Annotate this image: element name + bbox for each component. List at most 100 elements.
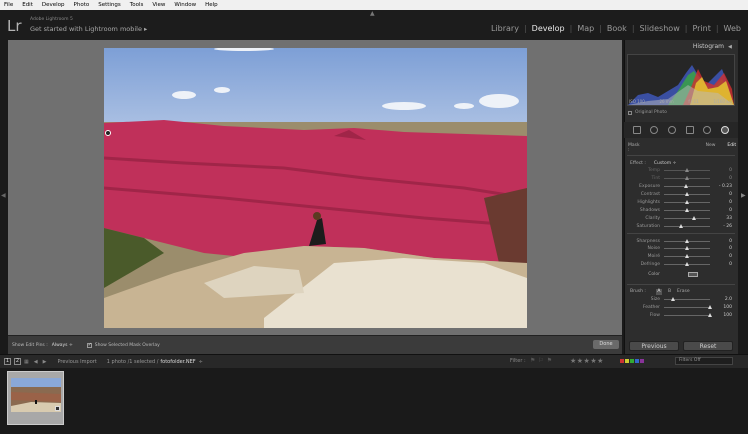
slider-track[interactable] bbox=[664, 246, 710, 251]
slider-value[interactable]: - 0.23 bbox=[710, 184, 732, 189]
slider-thumb[interactable] bbox=[685, 246, 689, 251]
slider-thumb[interactable] bbox=[671, 297, 676, 302]
flag-unflagged-icon[interactable]: ⚐ bbox=[538, 357, 543, 364]
slider-track[interactable] bbox=[664, 238, 710, 243]
slider-track[interactable] bbox=[664, 184, 710, 189]
slider-value[interactable]: 0 bbox=[710, 176, 732, 181]
module-develop[interactable]: Develop bbox=[529, 24, 568, 33]
slider-thumb[interactable] bbox=[708, 305, 712, 310]
slider-track[interactable] bbox=[664, 305, 712, 310]
slider-thumb[interactable] bbox=[679, 223, 684, 228]
slider-feather[interactable]: Feather 100 bbox=[624, 304, 738, 312]
slider-value[interactable]: 0 bbox=[710, 200, 732, 205]
slider-track[interactable] bbox=[664, 215, 710, 220]
slider-exposure[interactable]: Exposure - 0.23 bbox=[624, 183, 738, 191]
spot-removal-tool-icon[interactable] bbox=[650, 126, 659, 134]
slider-defringe[interactable]: Defringe 0 bbox=[624, 261, 738, 269]
show-mask-overlay-checkbox[interactable]: ✓ bbox=[86, 342, 92, 348]
slider-track[interactable] bbox=[664, 168, 710, 173]
grid-view-icon[interactable]: ▦ bbox=[24, 359, 29, 365]
module-web[interactable]: Web bbox=[721, 24, 744, 33]
slider-track[interactable] bbox=[664, 223, 710, 228]
purple-label-chip[interactable] bbox=[640, 359, 644, 363]
slider-track[interactable] bbox=[664, 297, 710, 302]
original-photo-toggle[interactable]: Original Photo bbox=[628, 110, 667, 115]
module-slideshow[interactable]: Slideshow bbox=[637, 24, 683, 33]
original-photo-checkbox[interactable] bbox=[628, 110, 632, 115]
done-button[interactable]: Done bbox=[593, 340, 619, 349]
slider-thumb[interactable] bbox=[685, 168, 689, 173]
filmstrip-thumbnail[interactable] bbox=[11, 378, 61, 412]
slider-highlights[interactable]: Highlights 0 bbox=[624, 199, 738, 207]
green-label-chip[interactable] bbox=[630, 359, 634, 363]
module-library[interactable]: Library bbox=[488, 24, 522, 33]
lightroom-mobile-link[interactable]: Get started with Lightroom mobile ▸ bbox=[30, 25, 147, 33]
second-window-button[interactable]: 2 bbox=[14, 358, 21, 365]
collapse-right-panel-icon[interactable]: ▶ bbox=[741, 192, 746, 199]
slider-thumb[interactable] bbox=[685, 254, 689, 259]
slider-track[interactable] bbox=[664, 207, 710, 212]
previous-import-source[interactable]: Previous Import bbox=[57, 359, 96, 365]
slider-clarity[interactable]: Clarity 33 bbox=[624, 214, 738, 222]
radial-filter-tool-icon[interactable] bbox=[703, 126, 712, 134]
menu-item-edit[interactable]: Edit bbox=[22, 2, 33, 8]
histogram-collapse-icon[interactable]: ◀ bbox=[728, 44, 732, 50]
expand-left-panel-icon[interactable]: ◀ bbox=[1, 192, 6, 199]
slider-value[interactable]: - 26 bbox=[710, 224, 732, 229]
color-swatch[interactable] bbox=[688, 272, 698, 278]
slider-value[interactable]: 100 bbox=[710, 313, 732, 318]
selected-filename[interactable]: fotofolder.NEF bbox=[160, 359, 195, 365]
slider-value[interactable]: 0 bbox=[710, 254, 732, 259]
forward-arrow-icon[interactable]: ▶ bbox=[43, 359, 47, 365]
adjustment-brush-tool-icon[interactable] bbox=[721, 126, 730, 134]
slider-thumb[interactable] bbox=[685, 262, 689, 267]
slider-value[interactable]: 0 bbox=[710, 168, 732, 173]
menu-item-file[interactable]: File bbox=[4, 2, 13, 8]
slider-sharpness[interactable]: Sharpness 0 bbox=[624, 237, 738, 245]
red-eye-tool-icon[interactable] bbox=[668, 126, 677, 134]
menu-item-help[interactable]: Help bbox=[205, 2, 218, 8]
slider-tint[interactable]: Tint 0 bbox=[624, 175, 738, 183]
previous-button[interactable]: Previous bbox=[629, 341, 679, 351]
photo-with-mask-overlay[interactable] bbox=[104, 48, 527, 328]
menu-item-window[interactable]: Window bbox=[174, 2, 196, 8]
slider-value[interactable]: 0 bbox=[710, 246, 732, 251]
menu-item-view[interactable]: View bbox=[152, 2, 165, 8]
brush-erase-button[interactable]: Erase bbox=[677, 289, 690, 294]
slider-saturation[interactable]: Saturation - 26 bbox=[624, 222, 738, 230]
menu-item-tools[interactable]: Tools bbox=[130, 2, 144, 8]
slider-value[interactable]: 0 bbox=[710, 239, 732, 244]
slider-track[interactable] bbox=[664, 254, 710, 259]
slider-thumb[interactable] bbox=[685, 192, 689, 197]
slider-track[interactable] bbox=[664, 312, 712, 317]
slider-temp[interactable]: Temp 0 bbox=[624, 167, 738, 175]
slider-value[interactable]: 0 bbox=[710, 208, 732, 213]
menu-item-settings[interactable]: Settings bbox=[98, 2, 121, 8]
brush-b-button[interactable]: B bbox=[668, 289, 671, 294]
histogram-header[interactable]: Histogram bbox=[624, 40, 738, 53]
slider-value[interactable]: 0 bbox=[710, 192, 732, 197]
slider-size[interactable]: Size 2.0 bbox=[624, 296, 738, 304]
flag-rejected-icon[interactable]: ⚑ bbox=[547, 357, 552, 364]
collapse-top-arrow-icon[interactable]: ▲ bbox=[370, 10, 375, 17]
graduated-filter-tool-icon[interactable] bbox=[685, 126, 694, 134]
slider-value[interactable]: 100 bbox=[710, 305, 732, 310]
crop-tool-icon[interactable] bbox=[632, 126, 641, 134]
slider-noise[interactable]: Noise 0 bbox=[624, 245, 738, 253]
slider-value[interactable]: 33 bbox=[710, 216, 732, 221]
slider-value[interactable]: 2.0 bbox=[710, 297, 732, 302]
slider-track[interactable] bbox=[664, 262, 710, 267]
filename-dropdown-icon[interactable]: ÷ bbox=[199, 359, 203, 365]
menu-item-photo[interactable]: Photo bbox=[74, 2, 90, 8]
module-map[interactable]: Map bbox=[574, 24, 597, 33]
back-arrow-icon[interactable]: ◀ bbox=[34, 359, 38, 365]
flag-picked-icon[interactable]: ⚑ bbox=[530, 357, 535, 364]
slider-thumb[interactable] bbox=[683, 184, 688, 189]
slider-contrast[interactable]: Contrast 0 bbox=[624, 191, 738, 199]
slider-thumb[interactable] bbox=[685, 200, 689, 204]
slider-thumb[interactable] bbox=[685, 207, 689, 212]
slider-track[interactable] bbox=[664, 176, 710, 181]
show-edit-pins-select[interactable]: Always ÷ bbox=[52, 343, 73, 348]
yellow-label-chip[interactable] bbox=[625, 359, 629, 363]
slider-thumb[interactable] bbox=[685, 176, 689, 181]
